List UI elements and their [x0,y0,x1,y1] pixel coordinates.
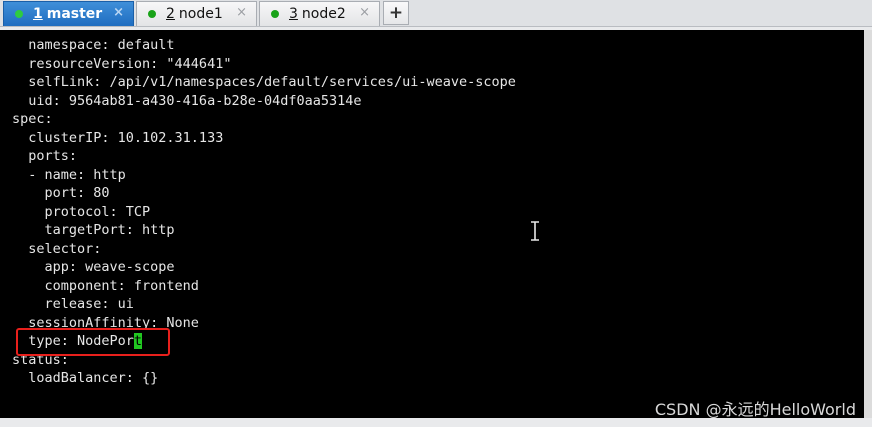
tab-number: 2 [166,6,175,22]
terminal-line: ports: [12,148,78,164]
terminal-line: app: weave-scope [12,259,175,275]
tab-label: master [46,6,103,22]
tab-bar: 1 master × 2 node1 × 3 node2 × + [0,0,872,27]
terminal-line: resourceVersion: "444641" [12,55,232,72]
terminal-line: uid: 9564ab81-a430-416a-b28e-04df0aa5314… [12,92,362,109]
tab-node2[interactable]: 3 node2 × [259,1,380,26]
close-icon[interactable]: × [236,5,247,20]
terminal-line: spec: [12,111,53,127]
tab-label: node1 [178,6,223,22]
status-dot-icon [15,10,23,18]
new-tab-button[interactable]: + [383,1,409,25]
tab-master[interactable]: 1 master × [3,1,134,26]
terminal-line: component: frontend [12,277,199,294]
tab-label: node2 [301,6,346,22]
terminal-line: namespace: default [12,37,175,53]
close-icon[interactable]: × [359,5,370,20]
text-cursor-icon [531,221,539,241]
close-icon[interactable]: × [113,5,124,20]
terminal-line: release: ui [12,296,134,312]
terminal-output[interactable]: namespace: default resourceVersion: "444… [0,30,864,418]
terminal-line: selector: [12,240,102,257]
terminal-line: selfLink: /api/v1/namespaces/default/ser… [12,74,516,90]
tab-node1[interactable]: 2 node1 × [136,1,257,26]
terminal-line: - name: http [12,166,126,183]
terminal-line: port: 80 [12,185,110,201]
scrollbar[interactable] [864,30,872,418]
tab-number: 3 [289,6,298,22]
terminal-app-window: 1 master × 2 node1 × 3 node2 × + namespace:… [0,0,872,427]
terminal-line: targetPort: http [12,222,175,238]
status-dot-icon [148,10,156,18]
status-dot-icon [271,10,279,18]
watermark: CSDN @永远的HelloWorld [654,400,856,419]
terminal-line: protocol: TCP [12,203,151,220]
tab-number: 1 [33,6,43,22]
highlight-annotation-box [16,328,170,356]
terminal-line: clusterIP: 10.102.31.133 [12,129,224,146]
terminal-line: loadBalancer: {} [12,370,159,386]
